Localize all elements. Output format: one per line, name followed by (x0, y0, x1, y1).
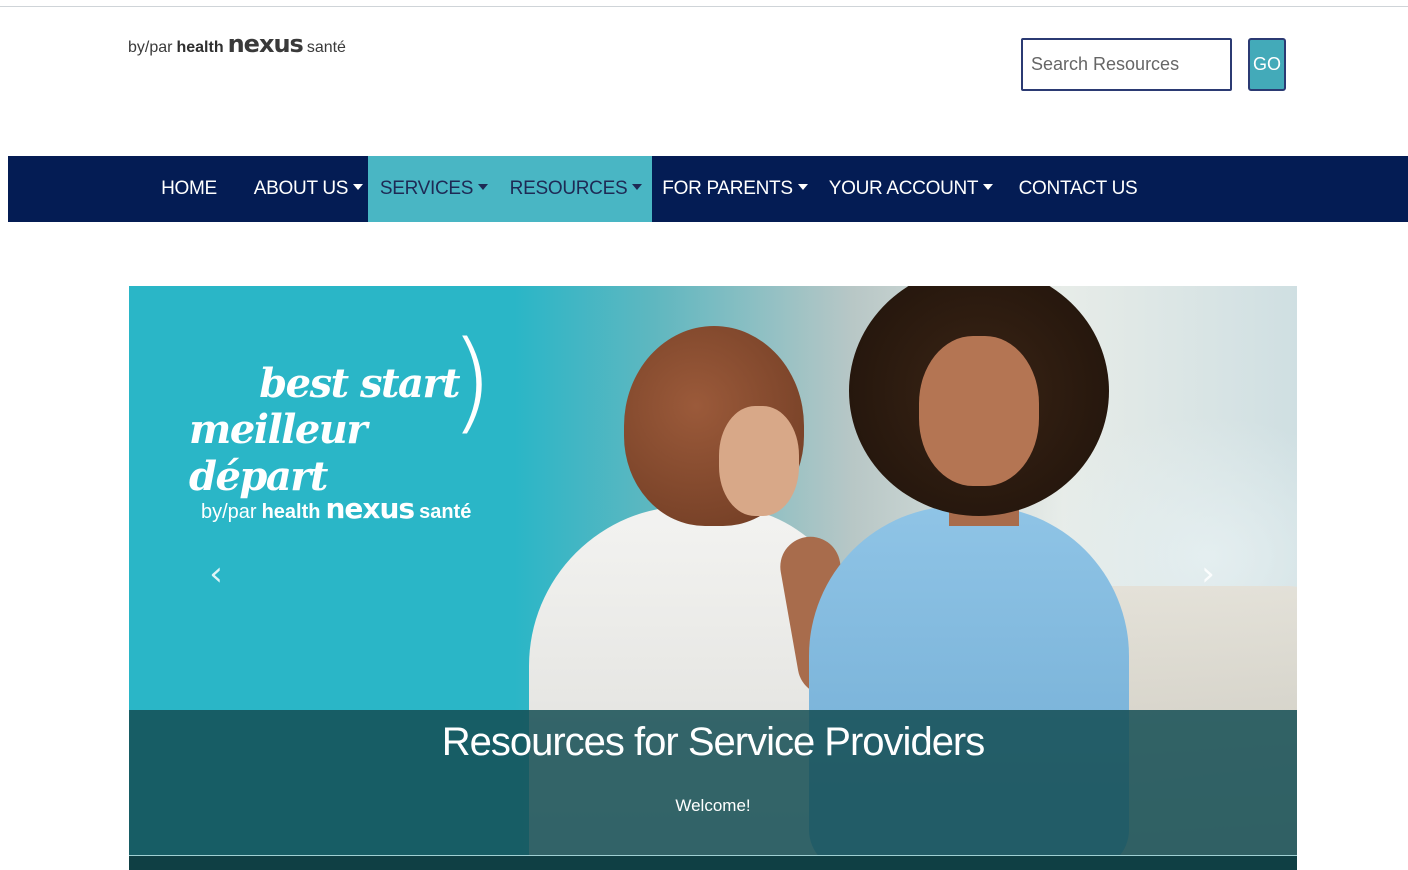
hero-bottom-bar (129, 856, 1297, 870)
nav-services-label: SERVICES (379, 178, 474, 199)
nav-resources[interactable]: RESOURCES (500, 156, 652, 222)
hero-logo-sante: santé (419, 501, 472, 523)
nav-resources-label: RESOURCES (509, 178, 628, 199)
search-input[interactable] (1021, 38, 1232, 91)
caret-down-icon (797, 184, 808, 190)
logo-line-meilleur-depart: meilleur départ (189, 406, 367, 500)
nav-home[interactable]: HOME (129, 156, 249, 222)
nav-your-account-label: YOUR ACCOUNT (828, 178, 979, 199)
logo-sante: santé (306, 39, 346, 56)
caret-down-icon (353, 184, 364, 190)
caret-down-icon (983, 184, 994, 190)
nav-home-label: HOME (161, 178, 217, 199)
nav-for-parents-label: FOR PARENTS (662, 178, 793, 199)
carousel-next-icon[interactable]: › (1193, 554, 1223, 594)
carousel-prev-icon[interactable]: ‹ (201, 554, 231, 594)
go-button[interactable]: GO (1248, 38, 1286, 91)
logo-line-best-start: best start (259, 360, 460, 407)
top-divider (0, 6, 1408, 7)
hero-logo-by: by/par (201, 501, 257, 523)
caption-title: Resources for Service Providers (441, 720, 986, 764)
hero-logo-health: health (261, 501, 321, 523)
site-logo[interactable]: by/par health nexus santé (128, 30, 346, 58)
nav-contact-us[interactable]: CONTACT US (1004, 156, 1152, 222)
logo-nexus: nexus (227, 30, 304, 58)
hero-photo-person-right-face (919, 336, 1039, 486)
nav-about-us[interactable]: ABOUT US (249, 156, 368, 222)
hero-carousel: best start meilleur départ ) by/par heal… (129, 286, 1297, 870)
caret-down-icon (632, 184, 643, 190)
nav-for-parents[interactable]: FOR PARENTS (652, 156, 818, 222)
nav-your-account[interactable]: YOUR ACCOUNT (818, 156, 1004, 222)
main-nav: HOME ABOUT US SERVICES RESOURCES FOR PAR… (8, 156, 1408, 222)
logo-health: health (176, 39, 224, 56)
logo-paren-icon: ) (450, 317, 493, 445)
best-start-logo: best start meilleur départ ) by/par heal… (189, 326, 493, 525)
caret-down-icon (478, 184, 489, 190)
nav-about-us-label: ABOUT US (253, 178, 349, 199)
caption-subtitle: Welcome! (675, 796, 751, 815)
hero-photo-person-left-face (719, 406, 799, 516)
hero-logo-nexus: nexus (325, 492, 416, 525)
logo-byline: by/par health nexus santé (201, 492, 471, 525)
nav-services[interactable]: SERVICES (368, 156, 500, 222)
logo-by: by/par (128, 39, 173, 56)
nav-contact-us-label: CONTACT US (1018, 178, 1138, 199)
